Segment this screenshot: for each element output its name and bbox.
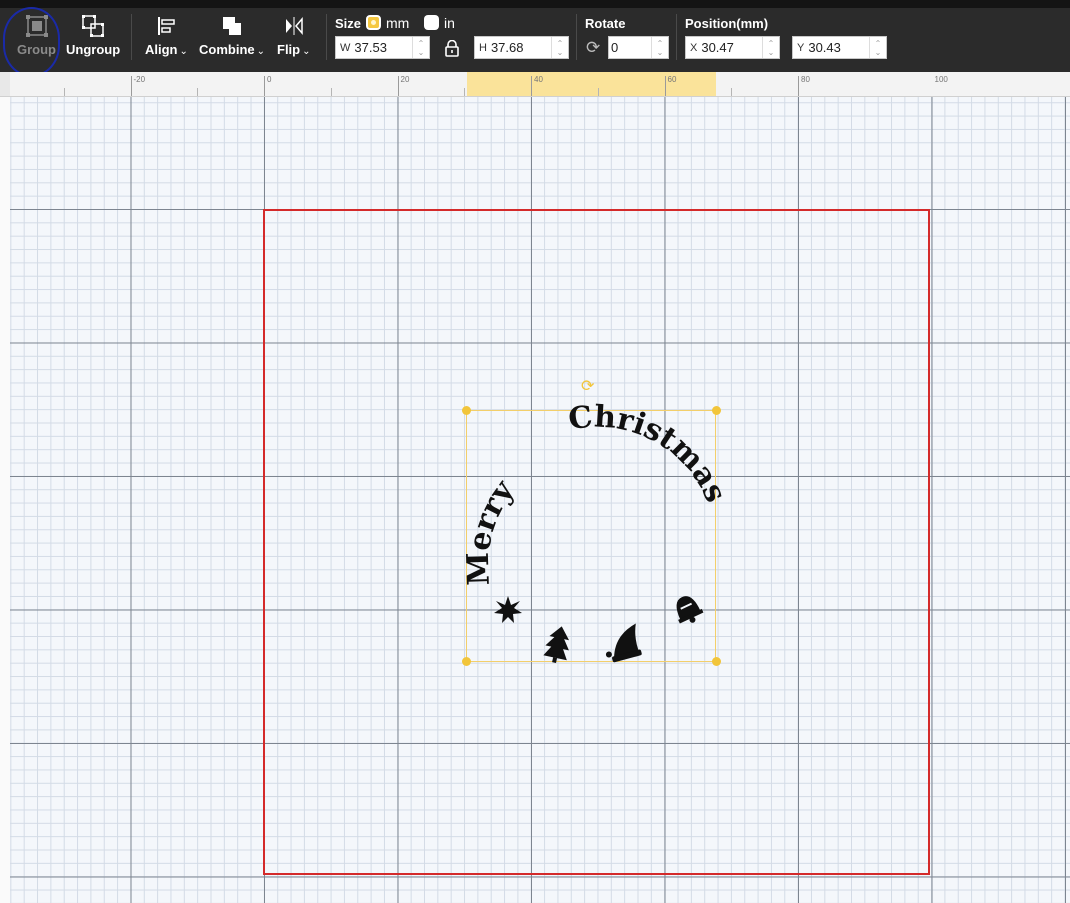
ruler-tick — [397, 76, 399, 96]
ruler-tick — [264, 76, 265, 96]
ruler-tick — [597, 88, 599, 96]
group-icon — [25, 14, 49, 38]
bell-icon — [676, 596, 704, 624]
y-stepper[interactable]: ⌃ ⌄ — [869, 37, 886, 58]
toolbar-divider — [576, 14, 577, 60]
chevron-down-icon: ⌄ — [256, 46, 266, 57]
ruler-label: 40 — [534, 75, 543, 84]
ungroup-label: Ungroup — [66, 42, 121, 57]
ruler-label: 20 — [400, 75, 410, 84]
ruler-tick — [464, 88, 466, 96]
align-button[interactable]: Align ⌄ — [145, 14, 188, 57]
rotate-handle-icon[interactable]: ⟳ — [581, 376, 594, 396]
unit-in-radio[interactable] — [424, 15, 439, 30]
y-position-input[interactable]: Y 30.43 ⌃ ⌄ — [792, 36, 887, 59]
y-value: 30.43 — [808, 40, 841, 55]
toolbar-divider — [131, 14, 132, 60]
ruler-selection-highlight — [467, 72, 716, 96]
x-value: 30.47 — [701, 40, 734, 55]
merry-textpath: Merry — [461, 473, 522, 586]
ruler-tick — [197, 88, 199, 96]
group-button[interactable]: Group — [17, 14, 56, 57]
lock-icon[interactable] — [445, 39, 459, 62]
unit-in-label: in — [444, 15, 455, 31]
ruler-tick — [63, 88, 65, 96]
x-stepper[interactable]: ⌃ ⌄ — [762, 37, 779, 58]
chevron-down-icon: ⌄ — [302, 46, 311, 57]
ruler-tick — [130, 76, 132, 96]
chevron-down-icon: ⌄ — [179, 46, 188, 57]
toolbar: Group Ungroup Align ⌄ Combine ⌄ Flip ⌄ Size… — [0, 0, 1070, 77]
ruler-tick — [731, 88, 733, 96]
flip-icon — [282, 14, 306, 38]
horizontal-ruler: -20 0 20 40 60 80 100 — [0, 72, 1070, 97]
width-value: 37.53 — [354, 40, 387, 55]
height-stepper[interactable]: ⌃ ⌄ — [551, 37, 568, 58]
ruler-label: 100 — [934, 75, 948, 84]
flip-button[interactable]: Flip ⌄ — [277, 14, 311, 57]
height-input[interactable]: H 37.68 ⌃ ⌄ — [474, 36, 569, 59]
christmas-textpath: Christmas — [566, 399, 733, 507]
ruler-tick — [664, 76, 666, 96]
christmas-text: Christmas — [566, 399, 733, 507]
window-top-strip — [0, 0, 1070, 8]
ruler-corner — [0, 72, 10, 96]
combine-button[interactable]: Combine ⌄ — [199, 14, 265, 57]
ruler-label: 60 — [667, 75, 677, 84]
group-label: Group — [17, 42, 56, 57]
ruler-tick — [330, 88, 332, 96]
santa-hat-icon — [605, 623, 642, 663]
ungroup-button[interactable]: Ungroup — [66, 14, 120, 57]
merry-christmas-design[interactable]: Merry Christmas — [460, 399, 733, 670]
position-label: Position(mm) — [685, 16, 769, 31]
align-label: Align ⌄ — [145, 42, 188, 57]
width-prefix: W — [340, 41, 351, 54]
combine-icon — [220, 14, 244, 38]
ruler-label: 0 — [267, 75, 272, 84]
tree-icon — [543, 626, 570, 664]
rotate-label: Rotate — [585, 16, 626, 31]
ruler-label: 80 — [801, 75, 810, 84]
flip-label: Flip ⌄ — [277, 42, 311, 57]
unit-mm-label: mm — [386, 15, 410, 31]
ruler-tick — [798, 76, 799, 96]
x-prefix: X — [690, 41, 698, 54]
rotate-icon: ⟳ — [586, 38, 601, 57]
star-icon — [494, 596, 522, 623]
height-prefix: H — [479, 41, 487, 54]
height-value: 37.68 — [490, 40, 524, 55]
size-label: Size — [335, 16, 362, 31]
toolbar-divider — [676, 14, 677, 60]
toolbar-divider — [326, 14, 327, 60]
rotate-input[interactable]: 0 ⌃ ⌄ — [608, 36, 669, 59]
align-icon — [154, 14, 178, 38]
merry-text: Merry — [461, 473, 522, 586]
ruler-label: -20 — [133, 75, 146, 84]
width-stepper[interactable]: ⌃ ⌄ — [412, 37, 429, 58]
rotate-stepper[interactable]: ⌃ ⌄ — [651, 37, 668, 58]
combine-label: Combine ⌄ — [199, 42, 266, 57]
ruler-tick — [531, 76, 532, 96]
width-input[interactable]: W 37.53 ⌃ ⌄ — [335, 36, 430, 59]
y-prefix: Y — [797, 41, 805, 54]
ungroup-icon — [81, 14, 105, 38]
unit-mm-radio[interactable] — [366, 15, 381, 30]
x-position-input[interactable]: X 30.47 ⌃ ⌄ — [685, 36, 780, 59]
rotate-value: 0 — [611, 40, 619, 55]
